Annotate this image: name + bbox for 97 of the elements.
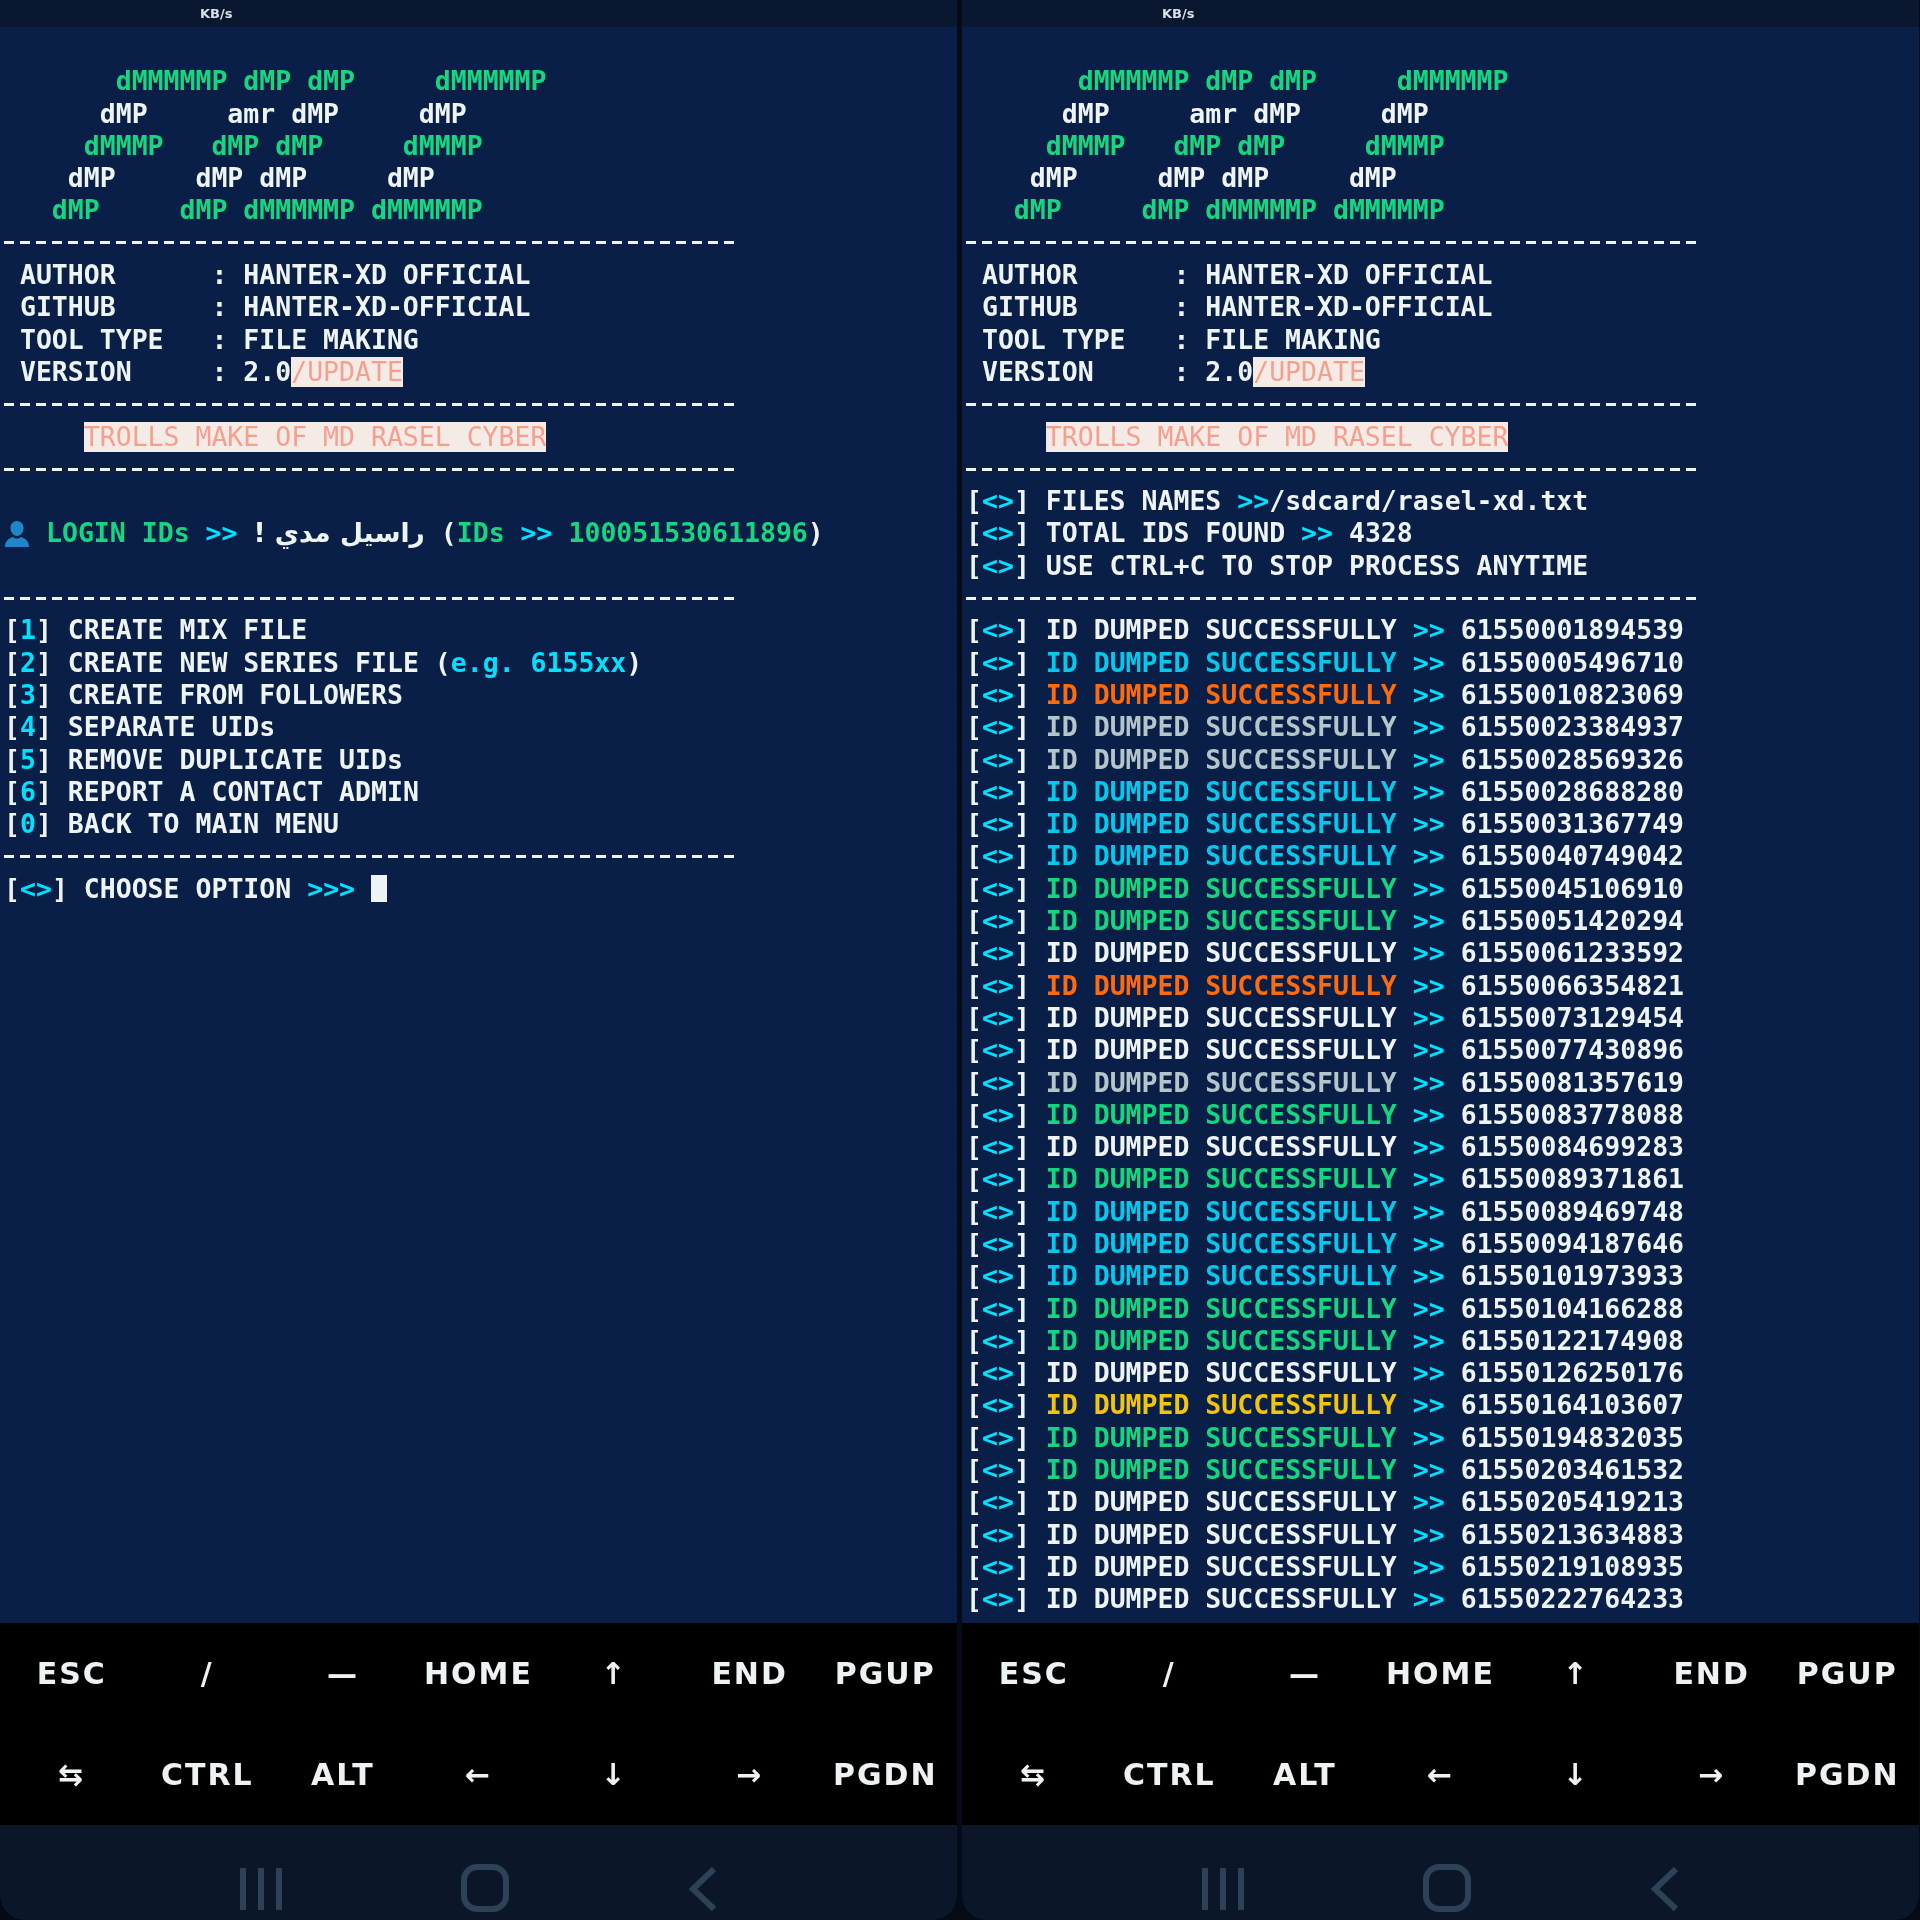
terminal-line: [0] BACK TO MAIN MENU	[4, 808, 340, 841]
log-line: [<>] ID DUMPED SUCCESSFULLY >> 61550213634883	[966, 1518, 1685, 1551]
log-line: [<>] ID DUMPED SUCCESSFULLY >> 61550084699283	[966, 1131, 1685, 1164]
ascii-art-line: dMMMP dMP dMP dMMMP	[82, 129, 483, 163]
keyboard-key[interactable]: /	[196, 1650, 218, 1697]
log-line: [<>] ID DUMPED SUCCESSFULLY >> 61550122174908	[966, 1324, 1685, 1358]
person-icon	[4, 519, 30, 548]
terminal-line: TOOL TYPE : FILE MAKING	[18, 323, 419, 356]
keyboard-key[interactable]: →	[1694, 1751, 1730, 1798]
terminal-line: [3] CREATE FROM FOLLOWERS	[4, 678, 403, 712]
terminal-line: AUTHOR : HANTER-XD OFFICIAL	[18, 259, 531, 292]
log-line: [<>] ID DUMPED SUCCESSFULLY >> 61550089469748	[966, 1195, 1685, 1228]
log-line: [<>] ID DUMPED SUCCESSFULLY >> 61550205419213	[966, 1486, 1685, 1519]
keyboard-key[interactable]: /	[1158, 1650, 1180, 1697]
log-line: [<>] ID DUMPED SUCCESSFULLY >> 61550094187646	[966, 1228, 1685, 1261]
keyboard-key[interactable]: —	[1284, 1650, 1325, 1697]
log-line: [<>] ID DUMPED SUCCESSFULLY >> 61550073129454	[966, 1001, 1685, 1035]
keyboard-key[interactable]: CTRL	[157, 1751, 258, 1798]
network-speed-unit: KB/s	[1162, 6, 1195, 21]
keyboard-key[interactable]: HOME	[1382, 1650, 1499, 1697]
ascii-art-line: dMP dMP dMP dMP	[1028, 162, 1397, 195]
log-line: [<>] ID DUMPED SUCCESSFULLY >> 61550081357619	[966, 1066, 1685, 1099]
keyboard-key[interactable]: ←	[460, 1751, 497, 1798]
recent-apps-icon[interactable]	[1201, 1866, 1246, 1912]
log-line: [<>] ID DUMPED SUCCESSFULLY >> 61550045106910	[966, 872, 1685, 905]
ascii-art-line: dMMMMMP dMP dMP dMMMMMP	[1076, 65, 1509, 98]
terminal-line: VERSION : 2.0/UPDATE	[18, 355, 403, 389]
keyboard-key[interactable]: PGDN	[828, 1751, 942, 1798]
home-icon[interactable]	[1423, 1864, 1472, 1912]
network-speed-unit: KB/s	[200, 6, 233, 21]
terminal-line: [2] CREATE NEW SERIES FILE (e.g. 6155xx)	[4, 646, 643, 679]
log-line: [<>] ID DUMPED SUCCESSFULLY >> 61550040749042	[966, 840, 1685, 873]
keyboard-key[interactable]: ↑	[596, 1650, 632, 1697]
ascii-art-line: dMP dMP dMMMMMP dMMMMMP	[1012, 194, 1445, 227]
terminal-line: [<>] FILES NAMES >>/sdcard/rasel-xd.txt	[966, 485, 1589, 518]
keyboard-key[interactable]: ESC	[32, 1650, 111, 1697]
log-line: [<>] ID DUMPED SUCCESSFULLY >> 61550066354821	[966, 969, 1685, 1002]
terminal-line: [1] CREATE MIX FILE	[4, 614, 308, 647]
terminal-line: VERSION : 2.0/UPDATE	[980, 355, 1365, 389]
keyboard-key[interactable]: PGUP	[1792, 1650, 1902, 1697]
log-line: [<>] ID DUMPED SUCCESSFULLY >> 61550077430896	[966, 1034, 1685, 1067]
terminal-line: AUTHOR : HANTER-XD OFFICIAL	[980, 259, 1493, 292]
keyboard-key[interactable]: PGUP	[830, 1650, 940, 1697]
log-line: [<>] ID DUMPED SUCCESSFULLY >> 61550005496710	[966, 646, 1685, 679]
terminal-line: GITHUB : HANTER-XD-OFFICIAL	[18, 291, 531, 324]
keyboard-key[interactable]: CTRL	[1119, 1751, 1220, 1798]
keyboard-key[interactable]: END	[1669, 1650, 1754, 1697]
log-line: [<>] ID DUMPED SUCCESSFULLY >> 61550051420294	[966, 905, 1685, 938]
keyboard-key[interactable]: ←	[1422, 1751, 1459, 1798]
log-line: [<>] ID DUMPED SUCCESSFULLY >> 61550023384937	[966, 711, 1685, 744]
terminal-line: GITHUB : HANTER-XD-OFFICIAL	[980, 291, 1493, 324]
keyboard-key[interactable]: END	[707, 1650, 792, 1697]
keyboard-key[interactable]: →	[732, 1751, 768, 1798]
ascii-art-line: dMMMP dMP dMP dMMMP	[1044, 129, 1445, 163]
keyboard-key[interactable]: ALT	[1269, 1751, 1341, 1798]
home-icon[interactable]	[461, 1864, 510, 1912]
log-line: [<>] ID DUMPED SUCCESSFULLY >> 61550104166288	[966, 1292, 1685, 1325]
ascii-art-line: dMP dMP dMP dMP	[66, 162, 435, 195]
keyboard-key[interactable]: ESC	[994, 1650, 1073, 1697]
ascii-art-line: dMMMMMP dMP dMP dMMMMMP	[114, 65, 547, 98]
terminal-line: [<>] USE CTRL+C TO STOP PROCESS ANYTIME	[966, 549, 1589, 583]
log-line: [<>] ID DUMPED SUCCESSFULLY >> 61550126250176	[966, 1357, 1685, 1390]
keyboard-key[interactable]: ↓	[596, 1751, 632, 1798]
back-icon[interactable]	[687, 1866, 718, 1912]
terminal-line: [<>] CHOOSE OPTION >>>	[4, 872, 387, 905]
log-line: [<>] ID DUMPED SUCCESSFULLY >> 61550010823069	[966, 678, 1685, 712]
log-line: [<>] ID DUMPED SUCCESSFULLY >> 61550089371861	[966, 1163, 1685, 1196]
log-line: [<>] ID DUMPED SUCCESSFULLY >> 61550001894539	[966, 614, 1685, 647]
keyboard-key[interactable]: —	[322, 1650, 363, 1697]
terminal-line: [5] REMOVE DUPLICATE UIDs	[4, 743, 403, 776]
keyboard-key[interactable]: ALT	[307, 1751, 379, 1798]
keyboard-key[interactable]: ⇆	[54, 1751, 90, 1798]
ascii-art-line: dMP amr dMP dMP	[1060, 97, 1429, 130]
log-line: [<>] ID DUMPED SUCCESSFULLY >> 61550219108935	[966, 1550, 1685, 1584]
log-line: [<>] ID DUMPED SUCCESSFULLY >> 61550101973933	[966, 1260, 1685, 1293]
terminal-line: [4] SEPARATE UIDs	[4, 711, 276, 744]
terminal-line: TOOL TYPE : FILE MAKING	[980, 323, 1381, 356]
recent-apps-icon[interactable]	[239, 1866, 284, 1912]
back-icon[interactable]	[1649, 1866, 1680, 1912]
log-line: [<>] ID DUMPED SUCCESSFULLY >> 61550194832035	[966, 1421, 1685, 1455]
log-line: [<>] ID DUMPED SUCCESSFULLY >> 61550028569326	[966, 743, 1685, 776]
terminal-line: [<>] TOTAL IDS FOUND >> 4328	[966, 517, 1413, 550]
keyboard-key[interactable]: ⇆	[1016, 1751, 1052, 1798]
log-line: [<>] ID DUMPED SUCCESSFULLY >> 61550083778088	[966, 1098, 1685, 1132]
keyboard-key[interactable]: ↓	[1558, 1751, 1594, 1798]
log-line: [<>] ID DUMPED SUCCESSFULLY >> 61550164103607	[966, 1389, 1685, 1422]
log-line: [<>] ID DUMPED SUCCESSFULLY >> 61550203461532	[966, 1454, 1685, 1487]
ascii-art-line: dMP dMP dMMMMMP dMMMMMP	[50, 194, 483, 227]
log-line: [<>] ID DUMPED SUCCESSFULLY >> 61550031367749	[966, 808, 1685, 841]
log-line: [<>] ID DUMPED SUCCESSFULLY >> 61550028688280	[966, 775, 1685, 809]
keyboard-key[interactable]: PGDN	[1790, 1751, 1904, 1798]
log-line: [<>] ID DUMPED SUCCESSFULLY >> 61550222764233	[966, 1583, 1685, 1616]
terminal-line: [6] REPORT A CONTACT ADMIN	[4, 775, 419, 809]
keyboard-key[interactable]: ↑	[1558, 1650, 1594, 1697]
keyboard-key[interactable]: HOME	[420, 1650, 537, 1697]
log-line: [<>] ID DUMPED SUCCESSFULLY >> 61550061233592	[966, 937, 1685, 970]
ascii-art-line: dMP amr dMP dMP	[98, 97, 467, 130]
